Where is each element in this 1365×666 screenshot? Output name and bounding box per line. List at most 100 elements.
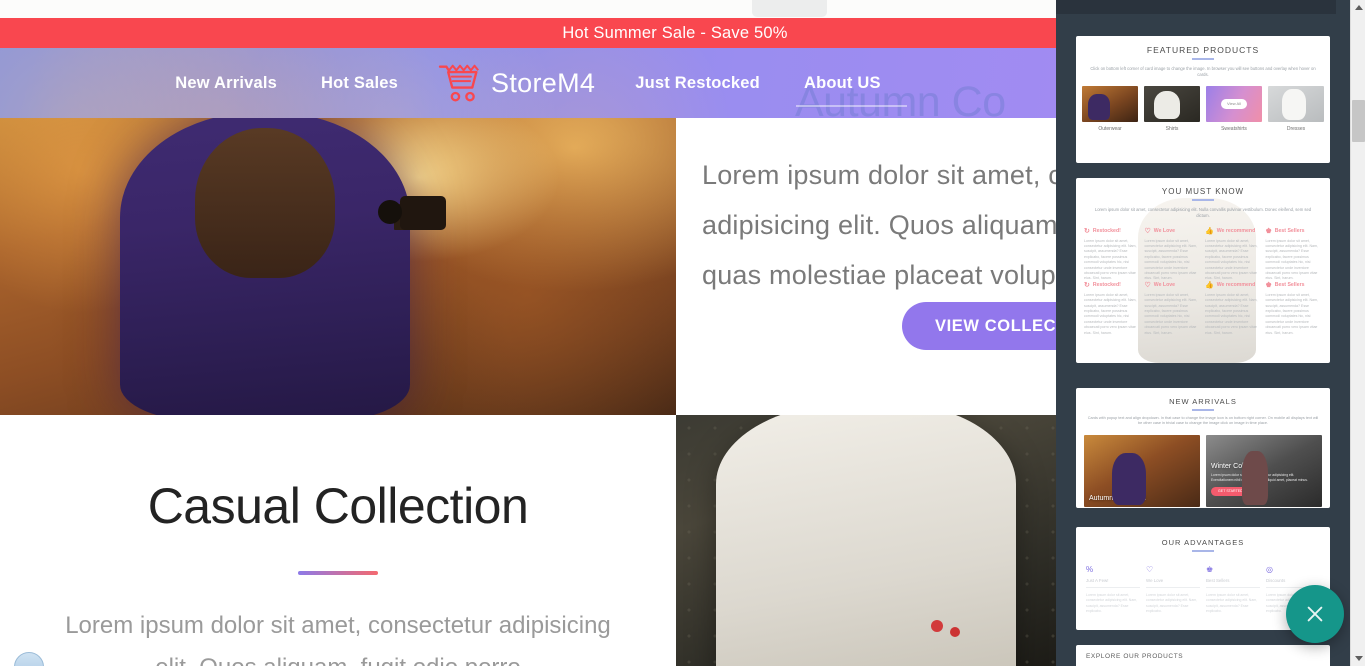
hero-image-camera xyxy=(378,196,446,230)
know-item-body: Lorem ipsum dolor sit amet, consectetur … xyxy=(1144,292,1198,335)
our-advantages-grid: % Just A Few! Lorem ipsum dolor sit amet, … xyxy=(1086,564,1320,615)
close-panel-fab-button[interactable] xyxy=(1286,585,1344,643)
navbar-links: New Arrivals Hot Sales StoreM4 Just Rest… xyxy=(0,48,1056,118)
view-collection-button[interactable]: VIEW COLLECTION xyxy=(902,302,1056,350)
promo-banner[interactable]: Hot Summer Sale - Save 50% xyxy=(0,18,1056,48)
product-card[interactable]: Outerwear xyxy=(1082,85,1138,132)
panel-block-new-arrivals[interactable]: NEW ARRIVALS Cards with popup text and a… xyxy=(1076,388,1330,508)
site-brand[interactable]: StoreM4 xyxy=(420,63,613,103)
product-caption: Shirts xyxy=(1165,125,1179,132)
know-item-heading: We recommend xyxy=(1216,228,1256,235)
crown-icon: ♚ xyxy=(1206,564,1214,574)
know-item: 👍 We recommend Lorem ipsum dolor sit amet,… xyxy=(1205,228,1262,282)
scrollbar-thumb[interactable] xyxy=(1352,100,1365,142)
you-must-know-content: YOU MUST KNOW Lorem ipsum dolor sit amet… xyxy=(1076,178,1330,336)
floating-hint-box xyxy=(752,0,827,17)
crown-icon: ♚ xyxy=(1265,227,1272,235)
new-arrival-card-desc: Lorem ipsum dolor sit amet, consectetur … xyxy=(1211,472,1308,482)
know-item-body: Lorem ipsum dolor sit amet, consectetur … xyxy=(1265,238,1319,281)
nav-item-about-us[interactable]: About US xyxy=(782,74,907,107)
panel-header-bar xyxy=(1056,0,1350,14)
advantage-body: Lorem ipsum dolor sit amet, consectetur … xyxy=(1086,592,1138,614)
know-item-heading: We Love xyxy=(1153,282,1176,289)
nav-item-hot-sales[interactable]: Hot Sales xyxy=(299,74,420,93)
new-arrival-card-title: Winter Collection xyxy=(1211,462,1264,470)
product-card[interactable]: View All Sweatshirts xyxy=(1206,85,1262,132)
new-arrival-card[interactable]: Winter Collection Lorem ipsum dolor sit … xyxy=(1206,434,1322,507)
hero-image-hair xyxy=(195,128,335,278)
refresh-icon: ↻ xyxy=(1084,227,1090,235)
product-thumbnail[interactable] xyxy=(1082,85,1138,122)
you-must-know-title: YOU MUST KNOW xyxy=(1161,187,1245,196)
new-arrivals-title: NEW ARRIVALS xyxy=(1169,397,1237,406)
new-arrival-card-button[interactable]: GET STARTED xyxy=(1211,486,1250,496)
know-item: ♚ Best Sellers Lorem ipsum dolor sit amet,… xyxy=(1266,228,1323,282)
know-item-body: Lorem ipsum dolor sit amet, consectetur … xyxy=(1205,292,1258,335)
brand-name: StoreM4 xyxy=(491,67,596,98)
product-thumbnail[interactable] xyxy=(1144,85,1200,122)
site-navbar: Autumn Co New Arrivals Hot Sales StoreM4 xyxy=(0,48,1056,118)
scrollbar-down-button[interactable] xyxy=(1351,651,1365,666)
know-item-body: Lorem ipsum dolor sit amet, consectetur … xyxy=(1144,238,1198,281)
window-scrollbar[interactable] xyxy=(1350,0,1365,666)
featured-products-subtitle: Click on bottom left corner of card imag… xyxy=(1090,65,1316,77)
casual-collection-paragraph: Lorem ipsum dolor sit amet, consectetur … xyxy=(65,612,611,666)
nav-item-just-restocked[interactable]: Just Restocked xyxy=(613,74,782,93)
page-canvas: Hot Summer Sale - Save 50% Autumn Co New… xyxy=(0,0,1056,666)
panel-block-explore-our-products[interactable]: EXPLORE OUR PRODUCTS xyxy=(1076,645,1330,666)
caret-down-icon xyxy=(1354,656,1363,661)
hero-image-photographer[interactable] xyxy=(0,118,676,415)
product-caption: Sweatshirts xyxy=(1221,125,1247,132)
new-arrival-card[interactable]: Autumn Collection xyxy=(1084,434,1200,507)
casual-collection-title: Casual Collection xyxy=(147,478,529,534)
know-item-heading: Best Sellers xyxy=(1274,282,1305,289)
new-arrivals-cards: Autumn Collection Winter Collection Lore… xyxy=(1084,434,1322,507)
heart-icon: ♡ xyxy=(1144,227,1151,235)
know-item: ↻ Restocked! Lorem ipsum dolor sit amet, c… xyxy=(1084,228,1141,282)
featured-products-grid: Outerwear Shirts View All Sweatshirts Dr… xyxy=(1076,85,1330,132)
casual-collection-divider xyxy=(298,571,378,575)
know-item: 👍 We recommend Lorem ipsum dolor sit amet,… xyxy=(1205,282,1262,336)
new-arrivals-divider xyxy=(1192,409,1214,411)
advantage-body: Lorem ipsum dolor sit amet, consectetur … xyxy=(1206,592,1258,614)
advantage-label: Just A Few! xyxy=(1086,578,1140,588)
know-item-heading: We recommend xyxy=(1216,282,1256,289)
panel-block-you-must-know[interactable]: YOU MUST KNOW Lorem ipsum dolor sit amet… xyxy=(1076,178,1330,363)
advantage-item: % Just A Few! Lorem ipsum dolor sit amet, … xyxy=(1086,565,1140,615)
you-must-know-divider xyxy=(1192,199,1214,201)
crown-icon: ♚ xyxy=(1265,281,1272,289)
product-thumbnail[interactable]: View All xyxy=(1206,85,1262,122)
hero-text-block: Lorem ipsum dolor sit amet, consectetur … xyxy=(676,118,1056,415)
know-item-heading: We Love xyxy=(1153,228,1176,235)
app-root: Hot Summer Sale - Save 50% Autumn Co New… xyxy=(0,0,1365,666)
our-advantages-title: OUR ADVANTAGES xyxy=(1161,538,1245,547)
panel-right-edge xyxy=(1336,0,1350,666)
know-item-body: Lorem ipsum dolor sit amet, consectetur … xyxy=(1084,238,1137,281)
new-arrival-card-title: Autumn Collection xyxy=(1089,494,1146,502)
advantage-body: Lorem ipsum dolor sit amet, consectetur … xyxy=(1146,592,1198,614)
casual-collection-image[interactable] xyxy=(676,415,1056,666)
advantage-label: We Love xyxy=(1146,578,1200,588)
know-item-body: Lorem ipsum dolor sit amet, consectetur … xyxy=(1205,238,1258,281)
scrollbar-up-button[interactable] xyxy=(1351,0,1365,15)
know-item-heading: Restocked! xyxy=(1092,282,1121,289)
product-card[interactable]: Shirts xyxy=(1144,85,1200,132)
product-thumbnail[interactable] xyxy=(1268,85,1324,122)
nav-item-new-arrivals[interactable]: New Arrivals xyxy=(153,74,299,93)
know-item-heading: Best Sellers xyxy=(1274,228,1305,235)
advantage-item: ♡ We Love Lorem ipsum dolor sit amet, cons… xyxy=(1146,565,1200,615)
close-icon xyxy=(1307,606,1323,622)
promo-banner-text: Hot Summer Sale - Save 50% xyxy=(562,23,788,42)
product-caption: Outerwear xyxy=(1098,125,1122,132)
advantage-label: Best Sellers xyxy=(1206,578,1260,588)
product-card[interactable]: Dresses xyxy=(1268,85,1324,132)
panel-block-featured-products[interactable]: FEATURED PRODUCTS Click on bottom left c… xyxy=(1076,36,1330,163)
know-item-body: Lorem ipsum dolor sit amet, consectetur … xyxy=(1265,292,1319,335)
casual-collection-text: Casual Collection Lorem ipsum dolor sit … xyxy=(0,415,676,666)
caret-up-icon xyxy=(1354,5,1363,10)
blocks-side-panel: FEATURED PRODUCTS Click on bottom left c… xyxy=(1056,0,1350,666)
know-item: ♚ Best Sellers Lorem ipsum dolor sit amet,… xyxy=(1266,282,1323,336)
view-all-overlay-button[interactable]: View All xyxy=(1221,98,1247,109)
you-must-know-grid: ↻ Restocked! Lorem ipsum dolor sit amet, c… xyxy=(1084,228,1322,336)
panel-block-list: FEATURED PRODUCTS Click on bottom left c… xyxy=(1056,14,1350,666)
